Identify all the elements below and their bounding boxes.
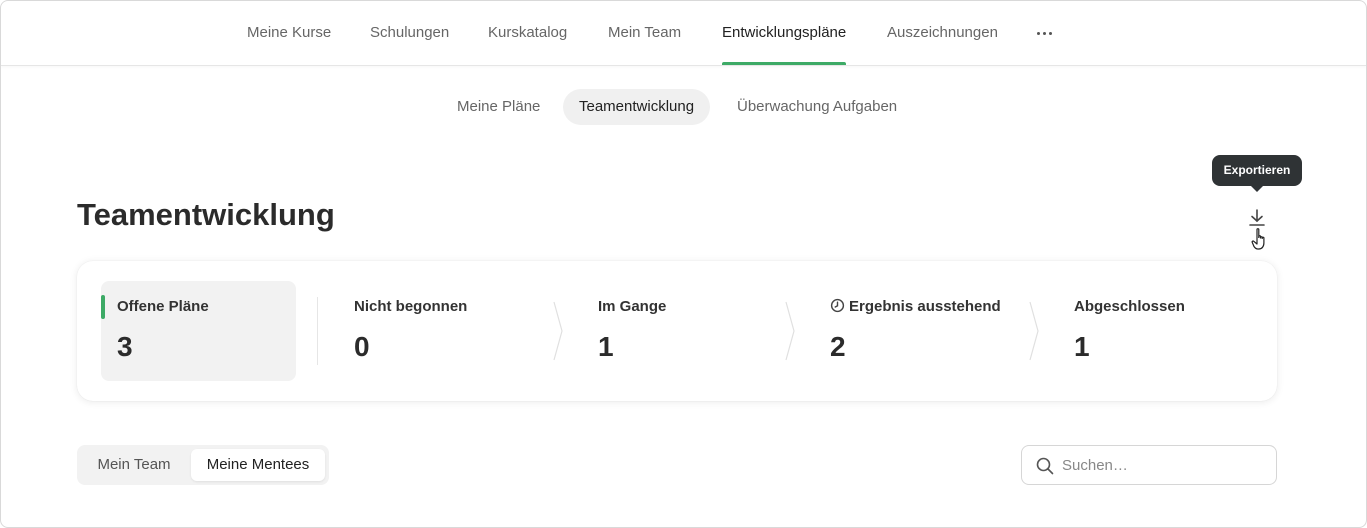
chevron-divider-icon bbox=[785, 301, 795, 361]
stat-value: 3 bbox=[117, 331, 133, 362]
chevron-divider-icon bbox=[553, 301, 563, 361]
export-tooltip: Exportieren bbox=[1212, 155, 1302, 192]
stat-label: Nicht begonnen bbox=[354, 298, 468, 315]
nav-item-kurskatalog[interactable]: Kurskatalog bbox=[488, 1, 567, 65]
nav-item-entwicklungsplaene[interactable]: Entwicklungspläne bbox=[722, 1, 847, 65]
subtab-ueberwachung-aufgaben[interactable]: Überwachung Aufgaben bbox=[721, 89, 913, 125]
stat-label: Abgeschlossen bbox=[1074, 298, 1185, 315]
subtab-meine-plaene[interactable]: Meine Pläne bbox=[441, 89, 556, 125]
search-input[interactable] bbox=[1062, 452, 1262, 478]
subtab-teamentwicklung[interactable]: Teamentwicklung bbox=[563, 89, 711, 125]
stat-value: 0 bbox=[354, 331, 370, 362]
stat-value: 1 bbox=[598, 331, 614, 362]
nav-item-meine-kurse[interactable]: Meine Kurse bbox=[247, 1, 331, 65]
stat-ergebnis-ausstehend[interactable]: Ergebnis ausstehend 2 bbox=[814, 281, 1024, 381]
stat-label-text: Ergebnis ausstehend bbox=[849, 298, 1001, 315]
app-window: Meine Kurse Schulungen Kurskatalog Mein … bbox=[0, 0, 1367, 528]
search-icon bbox=[1036, 457, 1054, 475]
clock-icon bbox=[830, 298, 845, 313]
hand-cursor-icon bbox=[1251, 227, 1273, 253]
team-filter-toggle: Mein Team Meine Mentees bbox=[77, 445, 329, 485]
page-title: Teamentwicklung bbox=[77, 197, 335, 232]
stat-value: 1 bbox=[1074, 331, 1090, 362]
divider bbox=[317, 297, 318, 365]
stat-label: Im Gange bbox=[598, 298, 667, 315]
segment-meine-mentees[interactable]: Meine Mentees bbox=[191, 449, 325, 481]
status-summary-card: Offene Pläne 3 Nicht begonnen 0 Im Gange… bbox=[77, 261, 1277, 401]
search-box[interactable] bbox=[1021, 445, 1277, 485]
top-navigation: Meine Kurse Schulungen Kurskatalog Mein … bbox=[1, 1, 1366, 66]
stat-im-gange[interactable]: Im Gange 1 bbox=[582, 281, 782, 381]
nav-item-schulungen[interactable]: Schulungen bbox=[370, 1, 449, 65]
segment-mein-team[interactable]: Mein Team bbox=[81, 449, 187, 481]
chevron-divider-icon bbox=[1029, 301, 1039, 361]
more-horizontal-icon[interactable] bbox=[1035, 23, 1055, 43]
stat-label: Offene Pläne bbox=[117, 298, 209, 315]
stat-nicht-begonnen[interactable]: Nicht begonnen 0 bbox=[338, 281, 538, 381]
stat-value: 2 bbox=[830, 331, 846, 362]
nav-item-mein-team[interactable]: Mein Team bbox=[608, 1, 681, 65]
stat-offene-plaene[interactable]: Offene Pläne 3 bbox=[101, 281, 296, 381]
nav-item-auszeichnungen[interactable]: Auszeichnungen bbox=[887, 1, 998, 65]
stat-abgeschlossen[interactable]: Abgeschlossen 1 bbox=[1058, 281, 1258, 381]
stat-label: Ergebnis ausstehend bbox=[830, 298, 1001, 315]
